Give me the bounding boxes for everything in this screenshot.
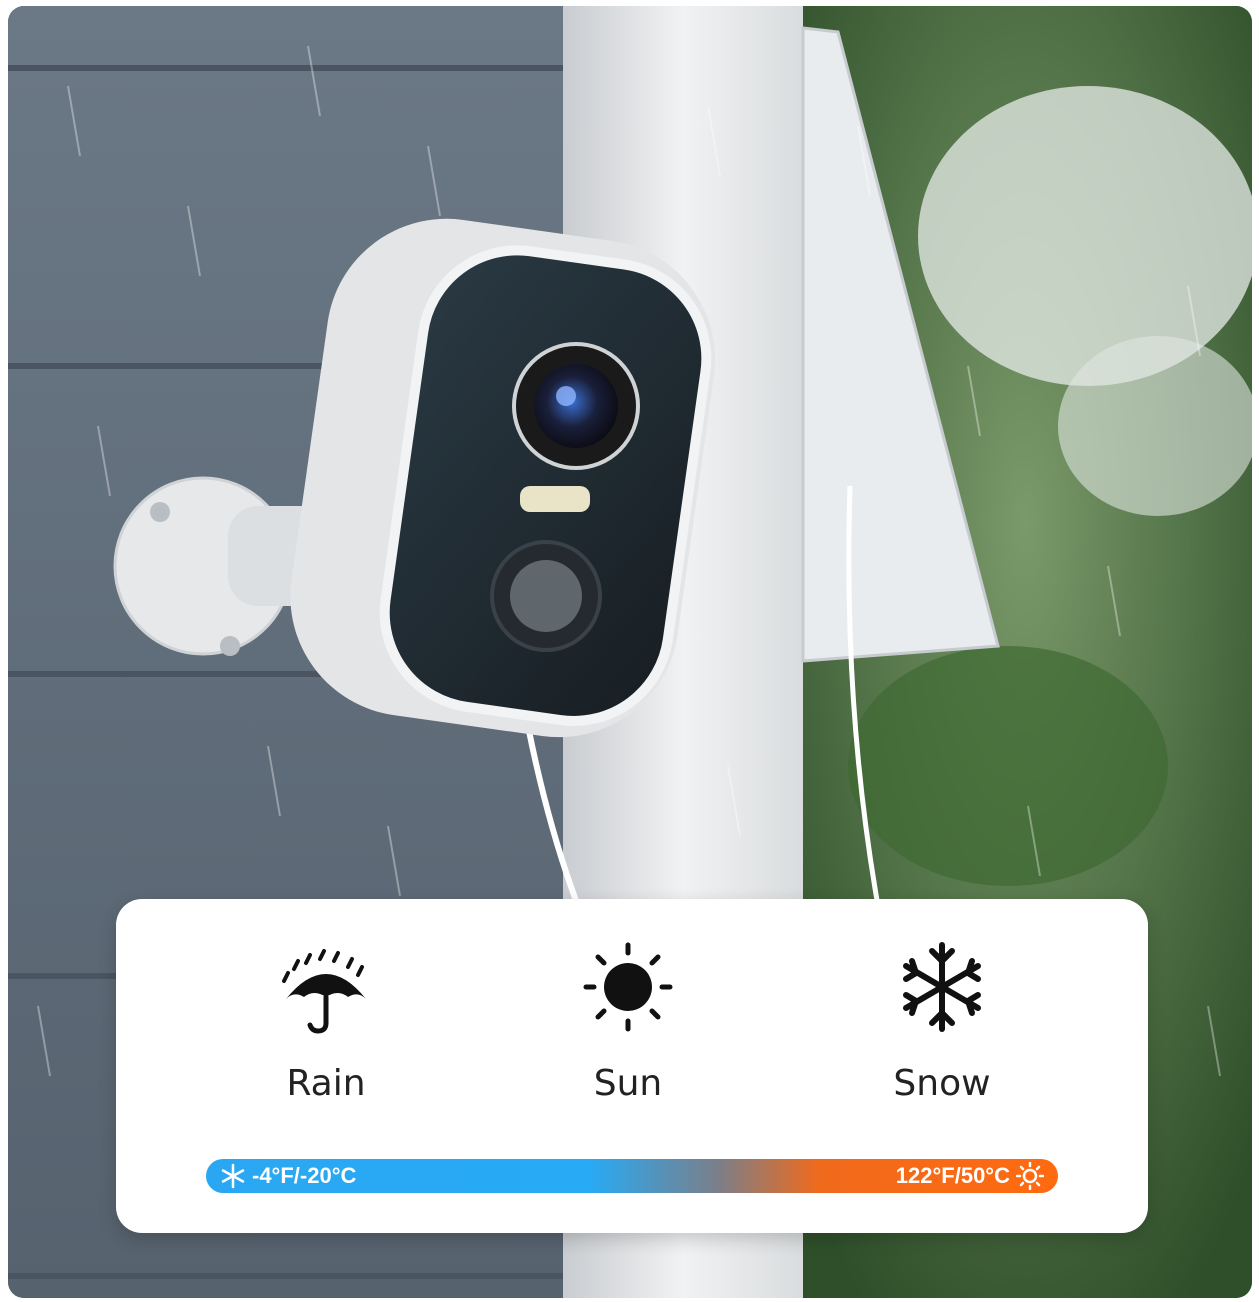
snowflake-icon	[221, 1163, 245, 1189]
feature-label: Sun	[593, 1063, 663, 1104]
rain-umbrella-icon	[282, 949, 366, 1034]
sun-outline-icon	[1016, 1162, 1044, 1190]
temperature-low: -4°F/-20°C	[220, 1159, 356, 1193]
temperature-low-value: -4°F/-20°C	[252, 1163, 357, 1188]
temperature-range-bar: -4°F/-20°C 122°F/50°C	[206, 1159, 1058, 1193]
temperature-high-value: 122°F/50°C	[895, 1163, 1010, 1188]
feature-rain: Rain	[226, 939, 426, 1104]
feature-label: Rain	[286, 1063, 366, 1104]
feature-label: Snow	[893, 1063, 991, 1104]
feature-sun: Sun	[528, 939, 728, 1104]
sun-icon	[583, 942, 673, 1032]
feature-snow: Snow	[842, 939, 1042, 1104]
temperature-high: 122°F/50°C	[896, 1159, 1044, 1193]
product-image-frame: Rain Sun Snow -4°F/-20°C 122°F/50°C	[8, 6, 1252, 1298]
weather-resistance-panel: Rain Sun Snow -4°F/-20°C 122°F/50°C	[116, 899, 1148, 1233]
snowflake-icon	[903, 942, 981, 1032]
